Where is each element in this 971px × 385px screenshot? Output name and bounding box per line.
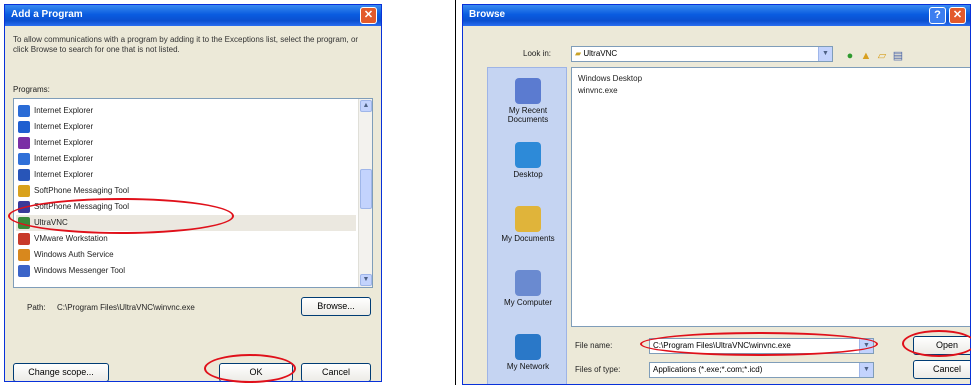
ie-icon	[18, 137, 30, 149]
browse-dialog-title: Browse	[469, 9, 506, 20]
program-label: Windows Messenger Tool	[34, 266, 126, 275]
program-list-item[interactable]: SoftPhone Messaging Tool	[16, 199, 356, 215]
places-bar: My Recent Documents Desktop My Documents My…	[487, 67, 568, 384]
program-list-item[interactable]: Internet Explorer	[16, 135, 356, 151]
browse-cancel-button[interactable]: Cancel	[913, 360, 970, 379]
place-desktop[interactable]: Desktop	[488, 142, 568, 179]
globe-icon	[18, 105, 30, 117]
look-in-value: UltraVNC	[583, 49, 618, 58]
path-label: Path:	[27, 303, 46, 312]
ie-icon	[18, 121, 30, 133]
look-in-label: Look in:	[523, 49, 552, 58]
recent-documents-icon	[515, 78, 541, 104]
program-list-item[interactable]: Internet Explorer	[16, 119, 356, 135]
back-icon[interactable]: ●	[843, 49, 857, 63]
scroll-thumb[interactable]	[360, 169, 372, 209]
program-label: Internet Explorer	[34, 122, 94, 131]
browse-dialog: Browse ? ✕ Look in: ▰ UltraVNC ▼ ● ▲ ▱ ▤…	[462, 4, 971, 385]
vnc-icon	[18, 217, 30, 229]
view-menu-icon[interactable]: ▤	[891, 49, 905, 63]
program-list-item[interactable]: Windows Messenger Tool	[16, 263, 356, 279]
program-list-item[interactable]: Internet Explorer	[16, 167, 356, 183]
program-label: Internet Explorer	[34, 154, 94, 163]
my-computer-icon	[515, 270, 541, 296]
browse-close-button[interactable]: ✕	[949, 7, 966, 24]
place-my-computer[interactable]: My Computer	[488, 270, 568, 307]
open-button[interactable]: Open	[913, 336, 970, 355]
place-recent-documents[interactable]: My Recent Documents	[488, 78, 568, 124]
file-list-item[interactable]: Windows Desktop	[578, 74, 642, 83]
program-label: Internet Explorer	[34, 170, 94, 179]
program-label: UltraVNC	[34, 218, 68, 227]
place-label: My Network	[506, 362, 550, 371]
my-documents-icon	[515, 206, 541, 232]
desktop-icon	[515, 142, 541, 168]
change-scope-button[interactable]: Change scope...	[13, 363, 109, 381]
programs-list[interactable]: ▲ ▼ Internet Explorer Internet Explorer In…	[13, 98, 373, 288]
program-label: Internet Explorer	[34, 138, 94, 147]
file-list[interactable]: Windows Desktop winvnc.exe	[571, 67, 970, 327]
place-my-network[interactable]: My Network	[488, 334, 568, 371]
panel-divider	[455, 0, 456, 385]
add-program-dialog: Add a Program ✕ To allow communications …	[4, 4, 382, 382]
program-label: VMware Workstation	[34, 234, 108, 243]
my-network-icon	[515, 334, 541, 360]
ie-icon	[18, 169, 30, 181]
close-button[interactable]: ✕	[360, 7, 377, 24]
chevron-down-icon[interactable]: ▼	[818, 47, 832, 61]
place-label: My Recent Documents	[507, 106, 549, 124]
files-of-type-select[interactable]: Applications (*.exe;*.com;*.icd) ▼	[649, 362, 874, 378]
cancel-button[interactable]: Cancel	[301, 363, 371, 381]
file-name-chevron-icon[interactable]: ▼	[859, 339, 873, 353]
place-my-documents[interactable]: My Documents	[488, 206, 568, 243]
program-list-item[interactable]: Internet Explorer	[16, 103, 356, 119]
files-of-type-label: Files of type:	[575, 365, 621, 374]
description-text: To allow communications with a program b…	[13, 35, 359, 54]
file-name-field[interactable]: C:\Program Files\UltraVNC\winvnc.exe ▼	[649, 338, 874, 354]
messenger-icon	[18, 265, 30, 277]
program-list-item[interactable]: Internet Explorer	[16, 151, 356, 167]
browse-title-bar: Browse ? ✕	[463, 5, 970, 26]
program-label: Internet Explorer	[34, 106, 94, 115]
program-label: SoftPhone Messaging Tool	[34, 202, 130, 211]
look-in-combo[interactable]: ▰ UltraVNC ▼	[571, 46, 833, 62]
scroll-up-arrow-icon[interactable]: ▲	[360, 100, 372, 112]
dialog-title: Add a Program	[11, 9, 83, 20]
program-list-item[interactable]: Windows Auth Service	[16, 247, 356, 263]
file-name-label: File name:	[575, 341, 613, 350]
file-list-item[interactable]: winvnc.exe	[578, 86, 618, 95]
program-label: Windows Auth Service	[34, 250, 114, 259]
program-list-item[interactable]: VMware Workstation	[16, 231, 356, 247]
programs-label: Programs:	[13, 85, 50, 94]
path-value: C:\Program Files\UltraVNC\winvnc.exe	[57, 303, 195, 312]
new-folder-icon[interactable]: ▱	[875, 49, 889, 63]
tool-icon	[18, 185, 30, 197]
up-folder-icon[interactable]: ▲	[859, 49, 873, 63]
scroll-down-arrow-icon[interactable]: ▼	[360, 274, 372, 286]
program-list-item[interactable]: SoftPhone Messaging Tool	[16, 183, 356, 199]
windows-icon	[18, 249, 30, 261]
place-label: Desktop	[513, 170, 543, 179]
place-label: My Documents	[501, 234, 555, 243]
title-bar: Add a Program ✕	[5, 5, 381, 26]
vmware-icon	[18, 233, 30, 245]
files-of-type-chevron-icon[interactable]: ▼	[859, 363, 873, 377]
ie-icon	[18, 153, 30, 165]
program-label: SoftPhone Messaging Tool	[34, 186, 130, 195]
list-scrollbar[interactable]: ▲ ▼	[358, 99, 372, 287]
app-icon	[18, 201, 30, 213]
place-label: My Computer	[503, 298, 552, 307]
program-list-item[interactable]: UltraVNC	[16, 215, 356, 231]
browse-button[interactable]: Browse...	[301, 297, 371, 316]
ok-button[interactable]: OK	[219, 363, 293, 381]
help-button[interactable]: ?	[929, 7, 946, 24]
